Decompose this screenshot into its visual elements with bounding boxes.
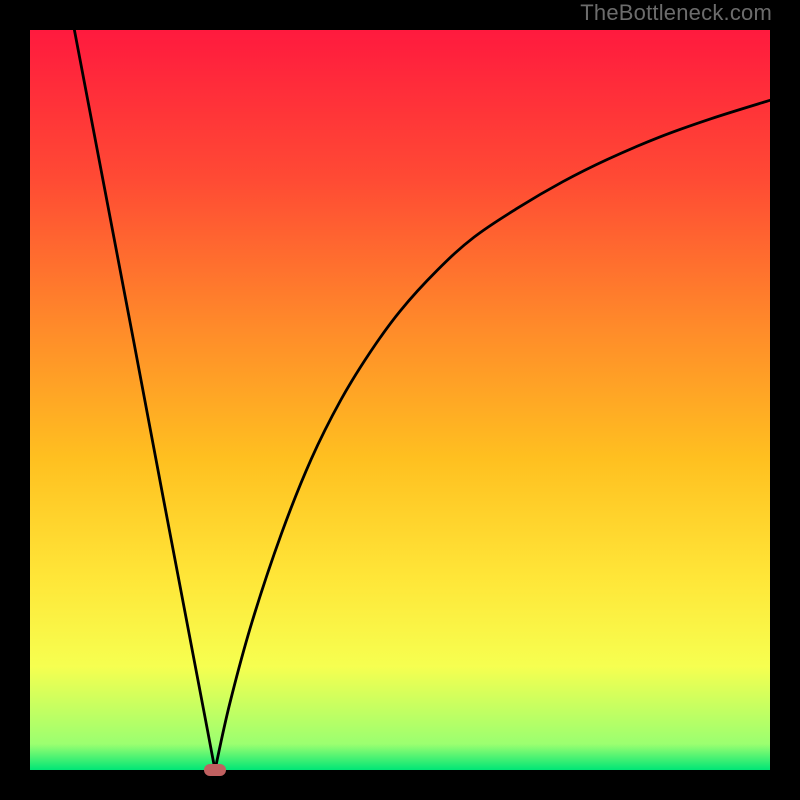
chart-svg — [30, 30, 770, 770]
attribution-watermark: TheBottleneck.com — [580, 0, 772, 26]
plot-area — [30, 30, 770, 770]
chart-stage: TheBottleneck.com — [0, 0, 800, 800]
gradient-background — [30, 30, 770, 770]
